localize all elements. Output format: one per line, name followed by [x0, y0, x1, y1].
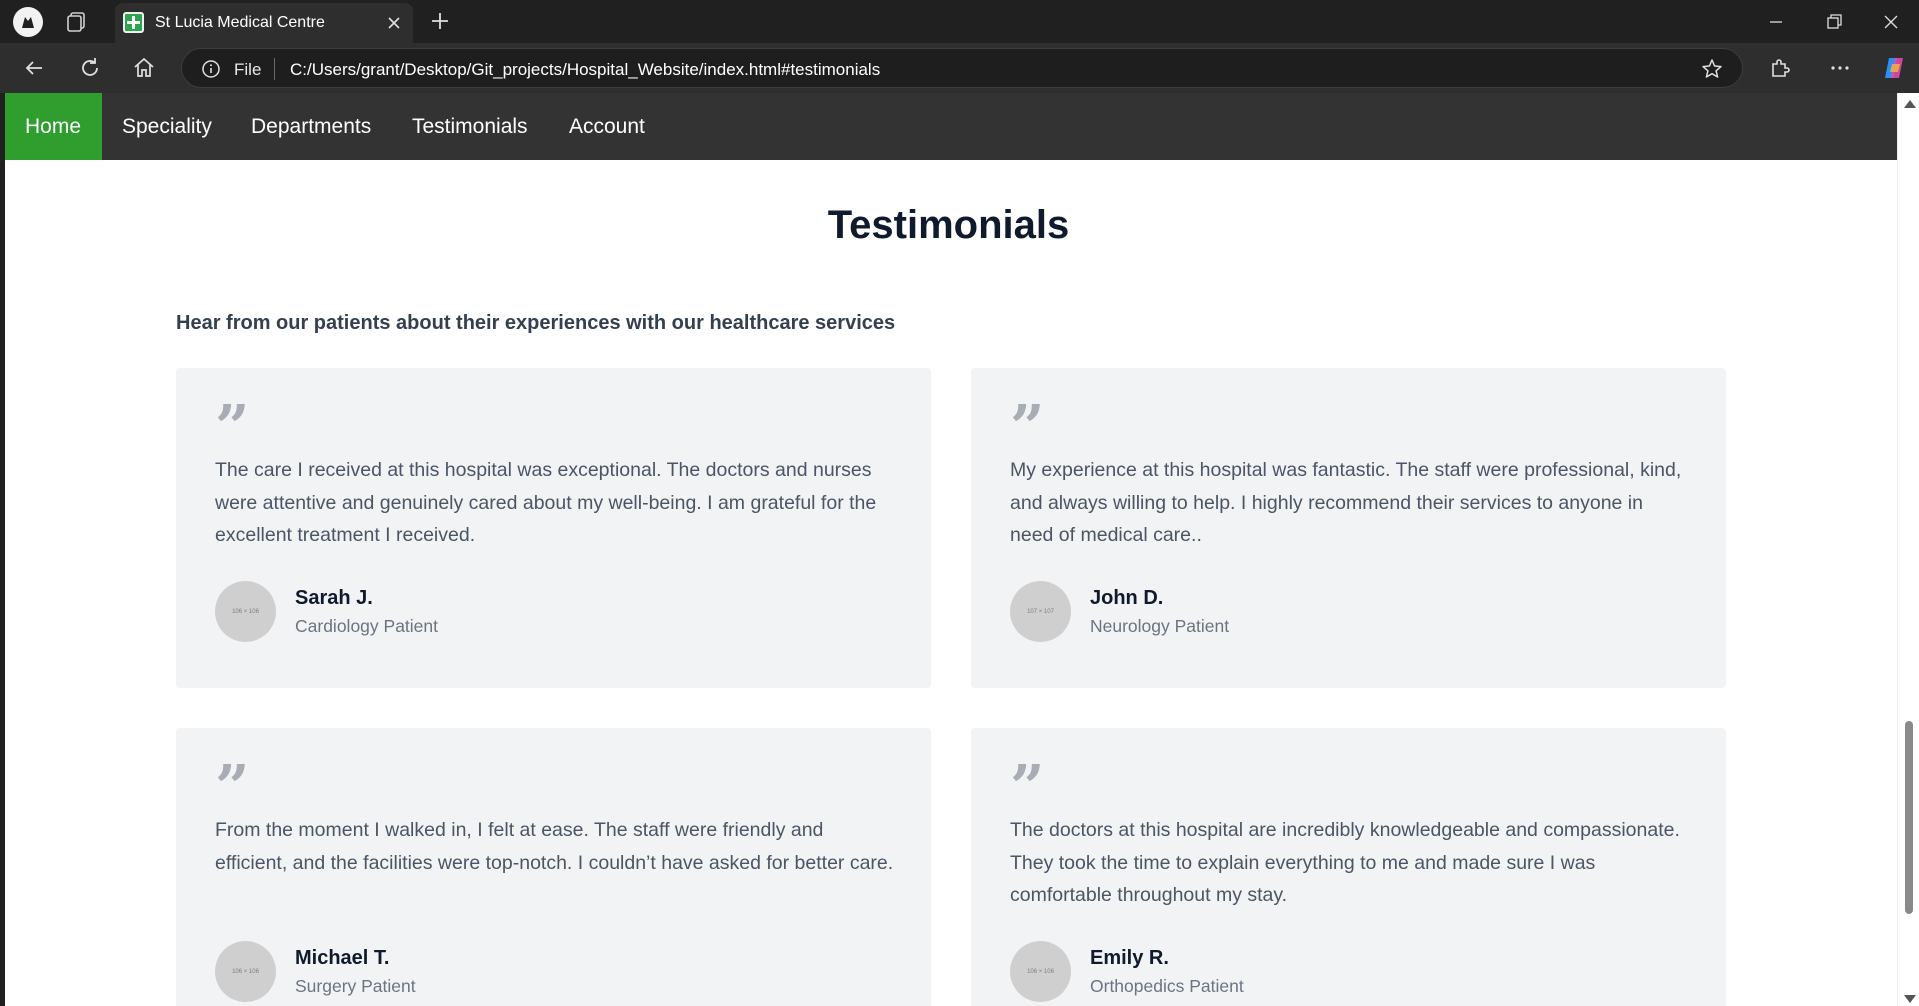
active-tab[interactable]: St Lucia Medical Centre	[115, 3, 413, 43]
nav-home[interactable]: Home	[5, 93, 102, 160]
url-text[interactable]: C:/Users/grant/Desktop/Git_projects/Hosp…	[290, 60, 880, 80]
avatar: 106 × 106	[215, 941, 276, 1002]
page-viewport: Home Speciality Departments Testimonials…	[0, 93, 1919, 1006]
nav-account[interactable]: Account	[549, 93, 665, 160]
hospital-cross-icon	[123, 12, 144, 33]
address-divider	[274, 58, 275, 80]
favorite-star-icon[interactable]	[1700, 57, 1724, 81]
testimonial-card: ” The doctors at this hospital are incre…	[971, 728, 1726, 1006]
tab-actions-icon[interactable]	[64, 10, 88, 34]
reload-icon[interactable]	[76, 54, 104, 82]
testimonial-quote: The care I received at this hospital was…	[215, 459, 877, 546]
vertical-scrollbar[interactable]	[1897, 93, 1919, 1006]
quote-icon: ”	[1010, 393, 1044, 463]
copilot-icon[interactable]	[1880, 54, 1908, 82]
address-bar[interactable]: File C:/Users/grant/Desktop/Git_projects…	[181, 48, 1743, 88]
author-name: John D.	[1090, 587, 1164, 609]
browser-titlebar: St Lucia Medical Centre	[0, 0, 1919, 43]
close-tab-icon[interactable]	[383, 12, 405, 34]
close-window-icon[interactable]	[1877, 8, 1905, 36]
extensions-icon[interactable]	[1766, 54, 1794, 82]
author-role: Orthopedics Patient	[1090, 976, 1244, 996]
nav-testimonials[interactable]: Testimonials	[392, 93, 548, 160]
quote-icon: ”	[215, 393, 249, 463]
quote-icon: ”	[215, 753, 249, 823]
author-name: Michael T.	[295, 947, 390, 969]
minimize-icon[interactable]	[1762, 8, 1790, 36]
more-options-icon[interactable]	[1826, 54, 1854, 82]
testimonial-quote: From the moment I walked in, I felt at e…	[215, 819, 894, 874]
tab-title: St Lucia Medical Centre	[155, 14, 325, 31]
site-navbar: Home Speciality Departments Testimonials…	[5, 93, 1897, 160]
nav-departments[interactable]: Departments	[231, 93, 391, 160]
author-name: Emily R.	[1090, 947, 1169, 969]
scroll-down-arrow-icon[interactable]	[1904, 995, 1916, 1003]
testimonial-card: ” My experience at this hospital was fan…	[971, 368, 1726, 688]
testimonial-card: ” The care I received at this hospital w…	[176, 368, 931, 688]
testimonials-subtitle: Hear from our patients about their exper…	[176, 312, 896, 334]
back-icon[interactable]	[20, 54, 48, 82]
author-role: Surgery Patient	[295, 976, 416, 996]
testimonial-quote: My experience at this hospital was fanta…	[1010, 459, 1682, 546]
address-scheme-label: File	[234, 60, 262, 79]
avatar: 107 × 107	[1010, 581, 1071, 642]
author-name: Sarah J.	[295, 587, 373, 609]
scrollbar-thumb[interactable]	[1905, 721, 1913, 914]
nav-speciality[interactable]: Speciality	[102, 93, 232, 160]
avatar: 106 × 106	[215, 581, 276, 642]
quote-icon: ”	[1010, 753, 1044, 823]
scroll-up-arrow-icon[interactable]	[1904, 100, 1916, 108]
testimonial-card: ” From the moment I walked in, I felt at…	[176, 728, 931, 1006]
info-icon[interactable]	[201, 59, 221, 79]
testimonial-quote: The doctors at this hospital are incredi…	[1010, 819, 1680, 906]
profile-avatar-icon[interactable]	[13, 7, 43, 37]
avatar: 106 × 106	[1010, 941, 1071, 1002]
new-tab-icon[interactable]	[428, 9, 452, 33]
author-role: Cardiology Patient	[295, 616, 438, 636]
author-role: Neurology Patient	[1090, 616, 1230, 636]
testimonials-heading: Testimonials	[827, 203, 1070, 247]
restore-icon[interactable]	[1820, 8, 1848, 36]
home-icon[interactable]	[130, 54, 158, 82]
browser-toolbar: File C:/Users/grant/Desktop/Git_projects…	[0, 43, 1919, 93]
